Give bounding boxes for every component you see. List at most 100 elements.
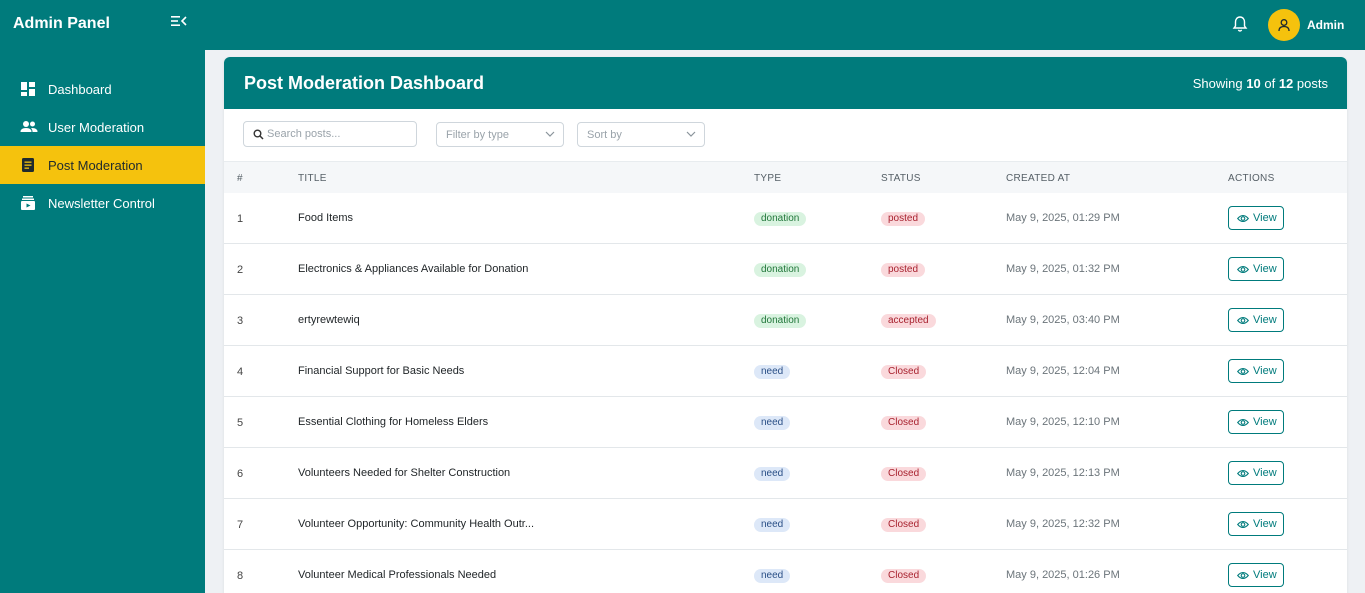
table-row: 8 Volunteer Medical Professionals Needed n…	[224, 550, 1347, 593]
column-header-created-at[interactable]: CREATED AT	[1006, 173, 1070, 184]
status-badge: posted	[881, 212, 926, 226]
view-button[interactable]: View	[1228, 257, 1284, 281]
search-box[interactable]	[243, 121, 417, 147]
status-badge: posted	[881, 263, 926, 277]
table-row: 7 Volunteer Opportunity: Community Health…	[224, 499, 1347, 550]
view-button[interactable]: View	[1228, 410, 1284, 434]
post-title: Food Items	[298, 212, 354, 224]
sidebar-item-label: User Moderation	[48, 120, 145, 135]
sidebar-item-newsletter-control[interactable]: Newsletter Control	[0, 184, 205, 222]
showing-suffix: posts	[1296, 76, 1328, 91]
view-button-label: View	[1253, 365, 1277, 377]
avatar[interactable]	[1268, 9, 1300, 41]
type-badge: need	[754, 569, 791, 583]
table-row: 4 Financial Support for Basic Needs need Cl…	[224, 346, 1347, 397]
row-number: 8	[237, 570, 244, 582]
view-button[interactable]: View	[1228, 512, 1284, 536]
sidebar-item-dashboard[interactable]: Dashboard	[0, 70, 205, 108]
post-title: ertyrewtewiq	[298, 314, 360, 326]
eye-icon	[1237, 520, 1249, 529]
showing-count: Showing 10 of 12 posts	[1193, 76, 1328, 91]
showing-prefix: Showing	[1192, 76, 1243, 91]
status-badge: Closed	[881, 467, 927, 481]
row-number: 4	[237, 366, 244, 378]
post-title: Essential Clothing for Homeless Elders	[298, 416, 489, 428]
row-number: 2	[237, 264, 244, 276]
sidebar-item-post-moderation[interactable]: Post Moderation	[0, 146, 205, 184]
row-number: 5	[237, 417, 244, 429]
status-badge: accepted	[881, 314, 936, 328]
view-button-label: View	[1253, 569, 1277, 581]
user-icon	[1278, 19, 1290, 32]
table-row: 2 Electronics & Appliances Available for …	[224, 244, 1347, 295]
type-badge: need	[754, 518, 791, 532]
search-input[interactable]	[267, 126, 407, 142]
view-button-label: View	[1253, 467, 1277, 479]
sidebar-item-user-moderation[interactable]: User Moderation	[0, 108, 205, 146]
sidebar-toggle-icon[interactable]	[170, 14, 190, 34]
eye-icon	[1237, 469, 1249, 478]
post-title: Volunteer Medical Professionals Needed	[298, 569, 497, 581]
sidebar-item-label: Post Moderation	[48, 158, 143, 173]
showing-total: 12	[1278, 76, 1294, 91]
row-number: 6	[237, 468, 244, 480]
sidebar-item-label: Newsletter Control	[48, 196, 155, 211]
eye-icon	[1237, 265, 1249, 274]
created-at: May 9, 2025, 12:32 PM	[1006, 518, 1120, 530]
type-badge: donation	[754, 212, 807, 226]
status-badge: Closed	[881, 518, 927, 532]
status-badge: Closed	[881, 365, 927, 379]
eye-icon	[1237, 418, 1249, 427]
document-icon	[20, 157, 38, 175]
top-bar: Admin Panel Admin	[0, 0, 1365, 50]
card-header: Post Moderation Dashboard Showing 10 of …	[224, 57, 1347, 109]
eye-icon	[1237, 316, 1249, 325]
sort-placeholder: Sort by	[587, 129, 622, 141]
users-icon	[20, 119, 38, 137]
view-button-label: View	[1253, 518, 1277, 530]
table-row: 6 Volunteers Needed for Shelter Construct…	[224, 448, 1347, 499]
view-button-label: View	[1253, 416, 1277, 428]
page-title: Post Moderation Dashboard	[244, 73, 485, 93]
created-at: May 9, 2025, 01:26 PM	[1006, 569, 1120, 581]
eye-icon	[1237, 214, 1249, 223]
newsletter-icon	[20, 195, 38, 213]
status-badge: Closed	[881, 416, 927, 430]
table-row: 1 Food Items donation posted May 9, 2025, 01…	[224, 193, 1347, 244]
view-button-label: View	[1253, 314, 1277, 326]
view-button[interactable]: View	[1228, 461, 1284, 485]
column-header-title[interactable]: TITLE	[298, 173, 327, 184]
showing-current: 10	[1246, 76, 1261, 91]
created-at: May 9, 2025, 03:40 PM	[1006, 314, 1120, 326]
notification-bell-icon[interactable]	[1232, 15, 1250, 35]
type-filter-placeholder: Filter by type	[446, 129, 509, 141]
table-row: 5 Essential Clothing for Homeless Elders n…	[224, 397, 1347, 448]
created-at: May 9, 2025, 12:10 PM	[1006, 416, 1120, 428]
post-moderation-card: Post Moderation Dashboard Showing 10 of …	[224, 57, 1347, 593]
type-badge: need	[754, 416, 791, 430]
table-row: 3 ertyrewtewiq donation accepted May 9, 2025…	[224, 295, 1347, 346]
post-title: Volunteers Needed for Shelter Constructi…	[298, 467, 511, 479]
row-number: 7	[237, 519, 244, 531]
chevron-down-icon	[545, 131, 555, 137]
sort-select[interactable]: Sort by	[577, 122, 705, 147]
type-badge: need	[754, 467, 791, 481]
chevron-down-icon	[686, 131, 696, 137]
view-button[interactable]: View	[1228, 308, 1284, 332]
column-header-status[interactable]: STATUS	[881, 173, 921, 184]
user-name[interactable]: Admin	[1307, 18, 1344, 32]
sidebar: Dashboard User Moderation Post Moderatio…	[0, 50, 205, 593]
table-header: # TITLE TYPE STATUS CREATED AT ACTIONS	[224, 161, 1347, 193]
view-button[interactable]: View	[1228, 206, 1284, 230]
view-button-label: View	[1253, 212, 1277, 224]
post-title: Volunteer Opportunity: Community Health …	[298, 518, 535, 530]
view-button[interactable]: View	[1228, 359, 1284, 383]
column-header-type[interactable]: TYPE	[754, 173, 781, 184]
view-button-label: View	[1253, 263, 1277, 275]
post-title: Electronics & Appliances Available for D…	[298, 263, 529, 275]
brand-title: Admin Panel	[13, 15, 110, 32]
type-badge: donation	[754, 314, 807, 328]
row-number: 3	[237, 315, 244, 327]
type-filter-select[interactable]: Filter by type	[436, 122, 564, 147]
view-button[interactable]: View	[1228, 563, 1284, 587]
